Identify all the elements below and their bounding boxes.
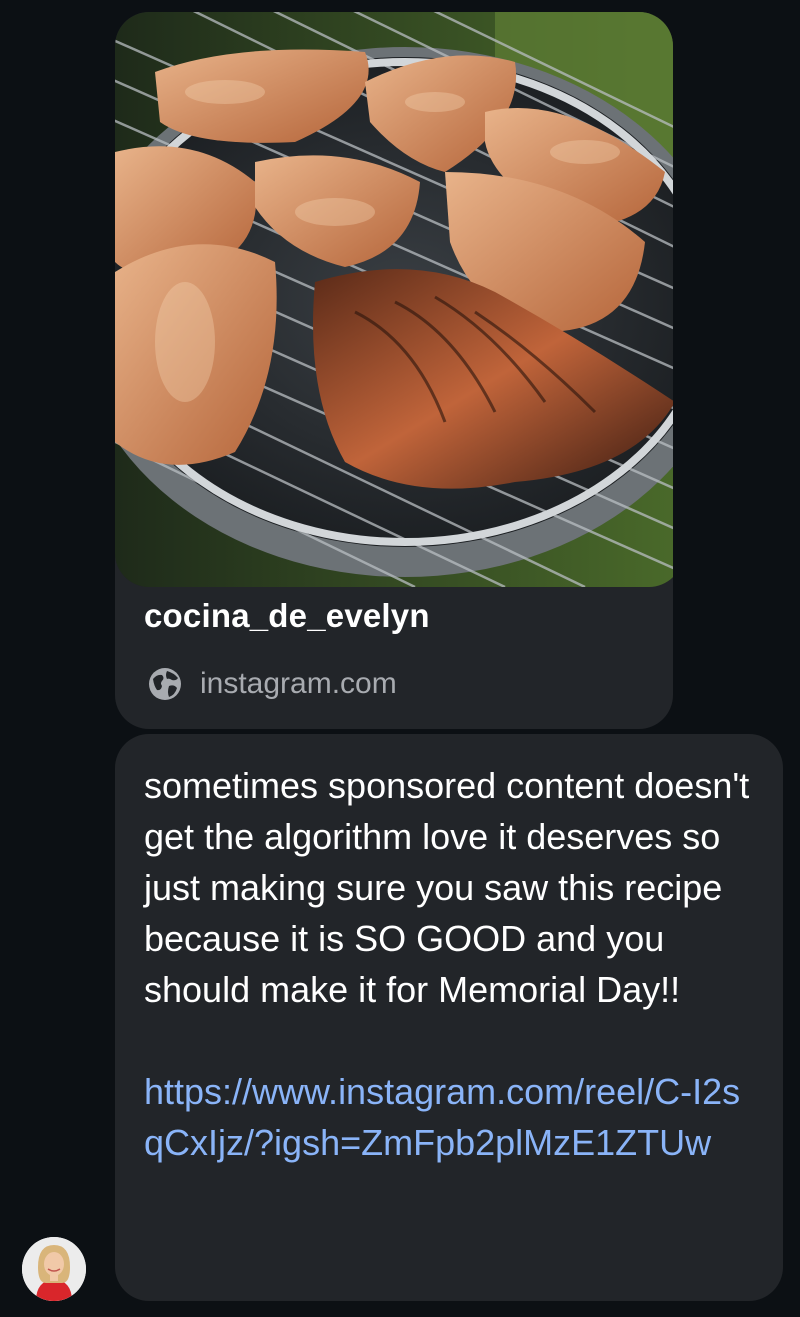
message-thread: cocina_de_evelyn instagram.com sometimes… [0,0,800,1317]
globe-icon [149,668,181,700]
preview-domain: instagram.com [200,667,397,700]
message-link[interactable]: https://www.instagram.com/reel/C-I2sqCxI… [144,1066,754,1168]
message-text: sometimes sponsored content doesn't get … [144,765,750,1010]
link-preview-card[interactable]: cocina_de_evelyn instagram.com [115,12,673,729]
avatar-photo [22,1237,86,1301]
avatar[interactable] [22,1237,86,1301]
preview-domain-row: instagram.com [147,664,397,704]
preview-title: cocina_de_evelyn [144,597,430,634]
message-bubble[interactable]: sometimes sponsored content doesn't get … [115,734,783,1301]
preview-image[interactable] [115,12,673,587]
grilled-chicken-photo [115,12,673,587]
